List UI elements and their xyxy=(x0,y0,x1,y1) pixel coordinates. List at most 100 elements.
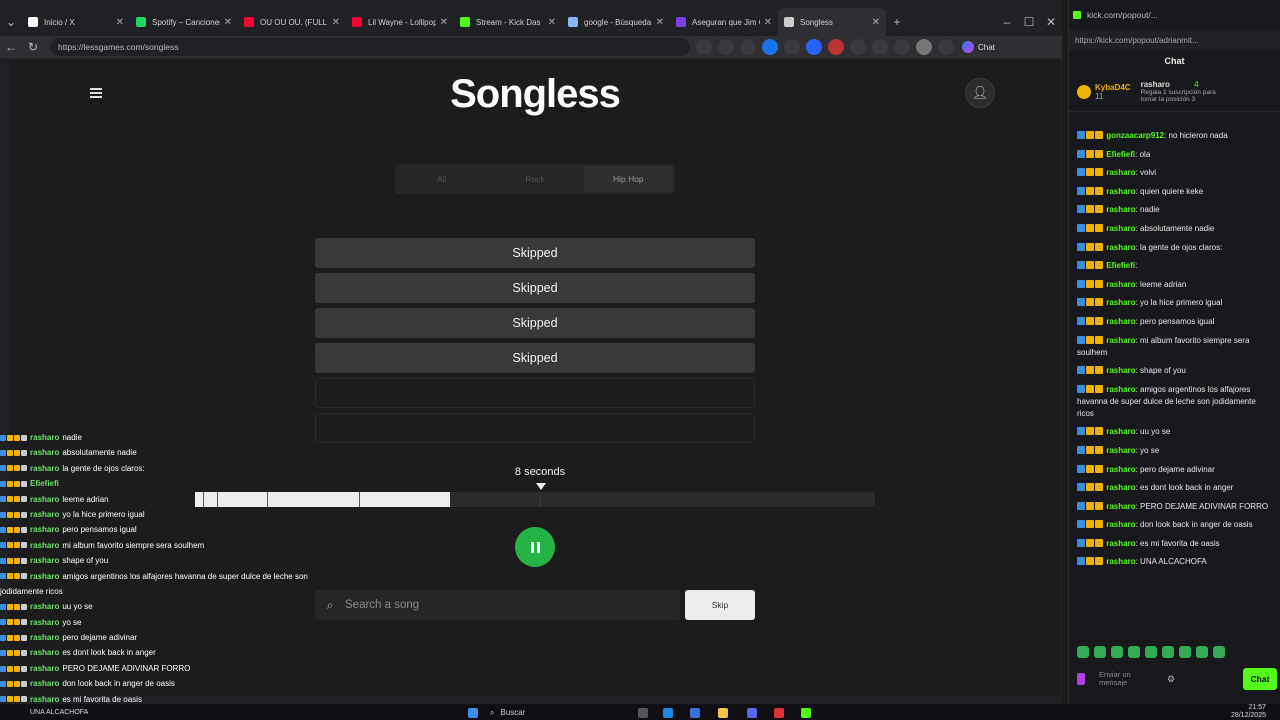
close-tab-icon[interactable]: ✕ xyxy=(548,17,556,28)
kick-message-input[interactable]: Enviar un mensaje ⚙ Chat xyxy=(1077,664,1277,694)
chat-username[interactable]: rasharo xyxy=(1106,557,1135,566)
edge-icon[interactable] xyxy=(663,708,673,718)
reader-icon[interactable] xyxy=(718,39,734,55)
browser-tab[interactable]: Inicio / X ✕ xyxy=(22,8,130,36)
close-tab-icon[interactable]: ✕ xyxy=(332,17,340,28)
badge-icon xyxy=(1086,298,1094,307)
url-field[interactable]: https://lessgames.com/songless xyxy=(50,38,690,56)
chat-username[interactable]: rasharo xyxy=(1106,298,1135,307)
top-gifter-name: KybaD4C xyxy=(1095,82,1131,92)
favorite-icon[interactable] xyxy=(740,39,756,55)
emote-icon[interactable] xyxy=(1162,646,1174,658)
kick-url-bar[interactable]: https://kick.com/popout/adrianmit... xyxy=(1069,30,1280,50)
maximize-icon[interactable]: ☐ xyxy=(1018,15,1040,29)
browser-tab[interactable]: Songless ✕ xyxy=(778,8,886,36)
chat-username[interactable]: rasharo xyxy=(1106,427,1135,436)
song-search-input[interactable] xyxy=(345,599,665,611)
chat-username[interactable]: rasharo xyxy=(1106,483,1135,492)
close-tab-icon[interactable]: ✕ xyxy=(872,17,880,28)
favorites-icon[interactable] xyxy=(872,39,888,55)
mic-icon[interactable] xyxy=(1077,673,1085,685)
extension-icon[interactable] xyxy=(850,39,866,55)
genre-tab[interactable]: All xyxy=(397,166,486,192)
close-window-icon[interactable]: ✕ xyxy=(1040,15,1062,29)
browser-tab[interactable]: Aseguran que Jim Carr ✕ xyxy=(670,8,778,36)
close-tab-icon[interactable]: ✕ xyxy=(116,17,124,28)
chat-username[interactable]: rasharo xyxy=(1106,336,1135,345)
close-tab-icon[interactable]: ✕ xyxy=(224,17,232,28)
chat-username[interactable]: gonzaacarp912 xyxy=(1106,131,1164,140)
kick-app-icon[interactable] xyxy=(801,708,811,718)
genre-tab[interactable]: Hip Hop xyxy=(583,166,673,192)
chat-username[interactable]: Efiefiefi xyxy=(1106,150,1135,159)
more-icon[interactable] xyxy=(938,39,954,55)
task-view-icon[interactable] xyxy=(638,708,648,718)
genre-tab[interactable]: Rock xyxy=(490,166,579,192)
top-gifter[interactable]: KybaD4C 11 xyxy=(1077,83,1131,101)
chat-username[interactable]: rasharo xyxy=(1106,385,1135,394)
chat-username[interactable]: rasharo xyxy=(1106,446,1135,455)
taskbar-search[interactable]: ⌕ Buscar xyxy=(490,707,590,718)
extension-icon[interactable] xyxy=(784,39,800,55)
tab-menu-icon[interactable]: ⌄ xyxy=(0,15,22,29)
chat-username[interactable]: rasharo xyxy=(1106,317,1135,326)
discord-icon[interactable] xyxy=(747,708,757,718)
store-icon[interactable] xyxy=(690,708,700,718)
browser-tab[interactable]: OU OU OU. (FULL ALB ✕ xyxy=(238,8,346,36)
chat-username[interactable]: rasharo xyxy=(1106,205,1135,214)
app-icon[interactable] xyxy=(774,708,784,718)
chat-username[interactable]: rasharo xyxy=(1106,168,1135,177)
reload-icon[interactable]: ↻ xyxy=(22,40,44,54)
browser-tab[interactable]: google - Búsqueda ✕ xyxy=(562,8,670,36)
emote-icon[interactable] xyxy=(1213,646,1225,658)
emote-icon[interactable] xyxy=(1077,646,1089,658)
chat-username[interactable]: rasharo xyxy=(1106,224,1135,233)
settings-icon[interactable]: ⚙ xyxy=(1167,674,1175,685)
extension-icon[interactable] xyxy=(806,39,822,55)
taskbar-widget[interactable]: UNA ALCACHOFA xyxy=(30,709,150,716)
chat-username[interactable]: rasharo xyxy=(1106,520,1135,529)
minimize-icon[interactable]: – xyxy=(996,15,1018,29)
pause-button[interactable] xyxy=(515,527,555,567)
close-tab-icon[interactable]: ✕ xyxy=(764,17,772,28)
browser-tab[interactable]: Stream - Kick Das ✕ xyxy=(454,8,562,36)
emote-icon[interactable] xyxy=(1196,646,1208,658)
emote-icon[interactable] xyxy=(1179,646,1191,658)
coin-icon xyxy=(1077,84,1091,99)
browser-tab[interactable]: Spotify – Canciones qu ✕ xyxy=(130,8,238,36)
extension-icon[interactable] xyxy=(762,39,778,55)
chat-username[interactable]: rasharo xyxy=(1106,243,1135,252)
new-tab-button[interactable]: + xyxy=(886,15,908,29)
emote-icon[interactable] xyxy=(1145,646,1157,658)
chat-username[interactable]: rasharo xyxy=(1106,465,1135,474)
downloads-icon[interactable] xyxy=(894,39,910,55)
emote-icon[interactable] xyxy=(1111,646,1123,658)
chat-username[interactable]: rasharo xyxy=(1106,539,1135,548)
emote-icon[interactable] xyxy=(1094,646,1106,658)
profile-avatar[interactable] xyxy=(916,39,932,55)
chat-username[interactable]: rasharo xyxy=(1106,502,1135,511)
start-icon[interactable] xyxy=(468,708,478,718)
chat-username[interactable]: rasharo xyxy=(1106,280,1135,289)
user-avatar-button[interactable]: 👤︎ xyxy=(965,78,995,108)
extension-icon[interactable] xyxy=(828,39,844,55)
close-tab-icon[interactable]: ✕ xyxy=(656,17,664,28)
tab-favicon-icon xyxy=(352,17,362,27)
folder-icon[interactable] xyxy=(718,708,728,718)
translate-icon[interactable] xyxy=(696,39,712,55)
send-chat-button[interactable]: Chat xyxy=(1243,668,1277,690)
emote-icon[interactable] xyxy=(1128,646,1140,658)
browser-tab[interactable]: Lil Wayne - Lollipop (O ✕ xyxy=(346,8,454,36)
skip-button[interactable]: Skip xyxy=(685,590,755,620)
copilot-chat-button[interactable]: Chat xyxy=(962,41,995,53)
chat-username[interactable]: Efiefiefi xyxy=(1106,261,1135,270)
chat-username[interactable]: rasharo xyxy=(1106,187,1135,196)
overlay-username: rasharo xyxy=(30,494,60,504)
sub-leader[interactable]: rasharo 4 Regala 1 suscripción para toma… xyxy=(1141,80,1231,103)
close-tab-icon[interactable]: ✕ xyxy=(440,17,448,28)
badge-icon xyxy=(1086,445,1094,454)
badge-icon xyxy=(1095,298,1103,307)
taskbar-clock[interactable]: 21:57 28/12/2025 xyxy=(1231,704,1266,720)
chat-username[interactable]: rasharo xyxy=(1106,366,1135,375)
back-icon[interactable]: ← xyxy=(0,40,22,54)
